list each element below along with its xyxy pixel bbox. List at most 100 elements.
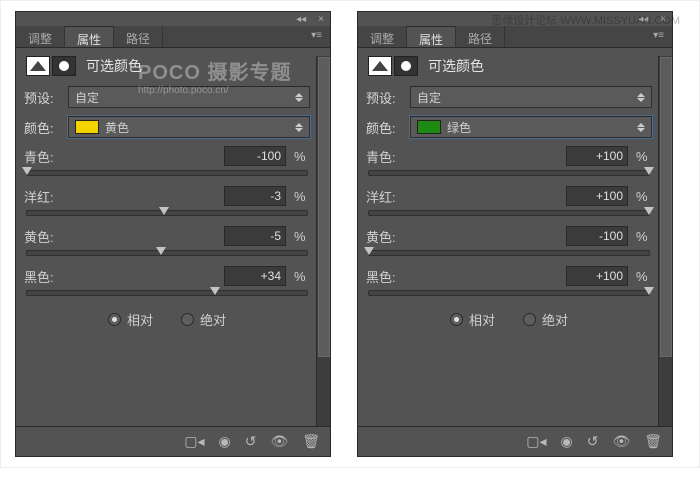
panel-menu-icon[interactable]: ▾≡ <box>645 26 672 47</box>
mask-icon[interactable] <box>52 56 76 76</box>
cyan-slider[interactable] <box>26 170 308 176</box>
color-dropdown[interactable]: 黄色 <box>68 116 310 138</box>
color-value: 黄色 <box>105 119 129 136</box>
yellow-slider[interactable] <box>368 250 650 256</box>
mask-icon[interactable] <box>394 56 418 76</box>
panel-menu-icon[interactable]: ▾≡ <box>303 26 330 47</box>
chevron-updown-icon <box>295 123 303 132</box>
chevron-updown-icon <box>295 93 303 102</box>
yellow-input[interactable] <box>566 226 628 246</box>
trash-icon[interactable]: 🗑 <box>302 433 320 450</box>
color-value: 绿色 <box>447 119 471 136</box>
slider-thumb[interactable] <box>22 167 32 175</box>
pct-unit: % <box>636 149 652 164</box>
chevron-updown-icon <box>637 123 645 132</box>
color-label: 颜色: <box>366 118 410 137</box>
black-slider[interactable] <box>26 290 308 296</box>
black-input[interactable] <box>224 266 286 286</box>
color-dropdown[interactable]: 绿色 <box>410 116 652 138</box>
yellow-input[interactable] <box>224 226 286 246</box>
radio-icon <box>523 313 536 326</box>
color-label: 颜色: <box>24 118 68 137</box>
visibility-icon[interactable]: 👁 <box>270 433 288 450</box>
relative-radio[interactable]: 相对 <box>450 310 495 329</box>
tab-bar: 调整 属性 路径 ▾≡ <box>16 26 330 48</box>
adjustment-icon <box>26 56 50 76</box>
cyan-slider[interactable] <box>368 170 650 176</box>
visibility-icon[interactable]: 👁 <box>612 433 630 450</box>
tab-properties[interactable]: 属性 <box>65 26 114 47</box>
magenta-slider[interactable] <box>368 210 650 216</box>
slider-thumb[interactable] <box>644 287 654 295</box>
preset-dropdown[interactable]: 自定 <box>410 86 652 108</box>
clip-icon[interactable]: ▢◂ <box>184 433 204 450</box>
slider-thumb[interactable] <box>159 207 169 215</box>
reset-icon[interactable]: ↺ <box>245 433 257 450</box>
close-icon[interactable]: × <box>318 14 324 25</box>
cyan-input[interactable] <box>224 146 286 166</box>
tab-paths[interactable]: 路径 <box>456 26 505 47</box>
radio-icon <box>108 313 121 326</box>
color-swatch <box>417 120 441 134</box>
pct-unit: % <box>294 269 310 284</box>
panel-top-bar: ◂◂ × <box>16 12 330 26</box>
cyan-input[interactable] <box>566 146 628 166</box>
tab-adjust[interactable]: 调整 <box>16 26 65 47</box>
pct-unit: % <box>294 229 310 244</box>
panel-title: 可选颜色 <box>428 56 484 76</box>
magenta-slider[interactable] <box>26 210 308 216</box>
scrollbar[interactable] <box>658 56 672 426</box>
scroll-thumb[interactable] <box>660 57 672 357</box>
absolute-radio[interactable]: 绝对 <box>181 310 226 329</box>
black-label: 黑色: <box>24 267 80 286</box>
view-previous-icon[interactable]: ◉ <box>560 433 572 450</box>
scroll-thumb[interactable] <box>318 57 330 357</box>
pct-unit: % <box>636 269 652 284</box>
absolute-label: 绝对 <box>200 310 226 329</box>
slider-thumb[interactable] <box>156 247 166 255</box>
magenta-input[interactable] <box>566 186 628 206</box>
scrollbar[interactable] <box>316 56 330 426</box>
view-previous-icon[interactable]: ◉ <box>218 433 230 450</box>
relative-label: 相对 <box>469 310 495 329</box>
watermark-corner: 思缘设计论坛 WWW.MISSYUAN.COM <box>491 12 680 28</box>
trash-icon[interactable]: 🗑 <box>644 433 662 450</box>
pct-unit: % <box>294 149 310 164</box>
tab-properties[interactable]: 属性 <box>407 26 456 47</box>
panel-title: 可选颜色 <box>86 56 142 76</box>
black-label: 黑色: <box>366 267 422 286</box>
cyan-label: 青色: <box>366 147 422 166</box>
cyan-label: 青色: <box>24 147 80 166</box>
pct-unit: % <box>636 189 652 204</box>
slider-thumb[interactable] <box>644 167 654 175</box>
clip-icon[interactable]: ▢◂ <box>526 433 546 450</box>
tab-paths[interactable]: 路径 <box>114 26 163 47</box>
reset-icon[interactable]: ↺ <box>587 433 599 450</box>
slider-thumb[interactable] <box>364 247 374 255</box>
absolute-radio[interactable]: 绝对 <box>523 310 568 329</box>
watermark-logo: POCO 摄影专题 http://photo.poco.cn/ <box>138 56 291 96</box>
yellow-label: 黄色: <box>24 227 80 246</box>
collapse-icon[interactable]: ◂◂ <box>296 14 306 25</box>
radio-icon <box>450 313 463 326</box>
absolute-label: 绝对 <box>542 310 568 329</box>
relative-radio[interactable]: 相对 <box>108 310 153 329</box>
black-input[interactable] <box>566 266 628 286</box>
slider-thumb[interactable] <box>644 207 654 215</box>
magenta-label: 洋红: <box>24 187 80 206</box>
preset-label: 预设: <box>366 88 410 107</box>
color-swatch <box>75 120 99 134</box>
pct-unit: % <box>294 189 310 204</box>
relative-label: 相对 <box>127 310 153 329</box>
preset-label: 预设: <box>24 88 68 107</box>
magenta-input[interactable] <box>224 186 286 206</box>
magenta-label: 洋红: <box>366 187 422 206</box>
preset-value: 自定 <box>417 89 441 106</box>
chevron-updown-icon <box>637 93 645 102</box>
tab-adjust[interactable]: 调整 <box>358 26 407 47</box>
black-slider[interactable] <box>368 290 650 296</box>
adjustment-icon <box>368 56 392 76</box>
pct-unit: % <box>636 229 652 244</box>
yellow-slider[interactable] <box>26 250 308 256</box>
slider-thumb[interactable] <box>210 287 220 295</box>
